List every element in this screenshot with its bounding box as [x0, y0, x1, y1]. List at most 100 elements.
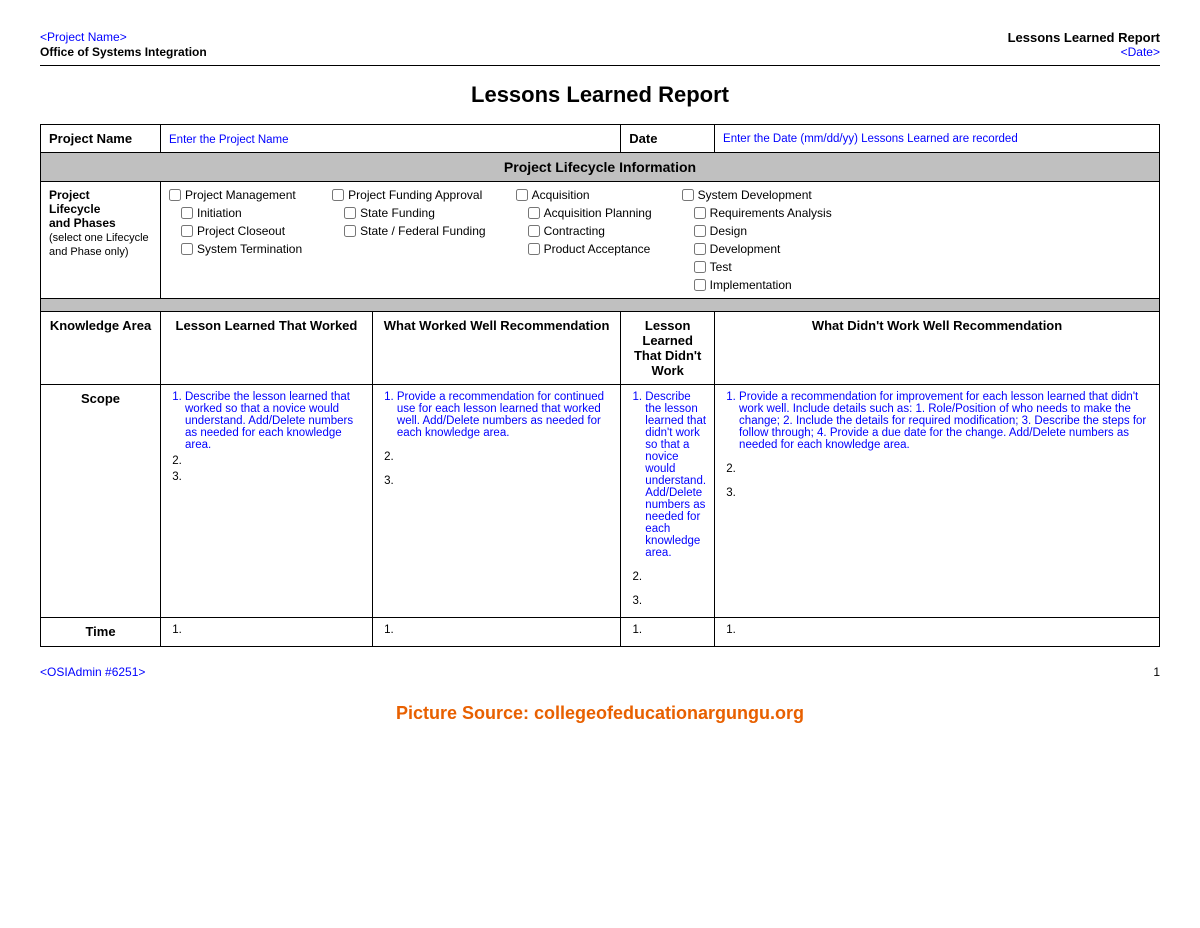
scope-col4-item1[interactable]: Provide a recommendation for improvement…: [739, 391, 1151, 451]
col-header-3: Lesson Learned That Didn't Work: [621, 312, 715, 385]
column-headers-row: Knowledge Area Lesson Learned That Worke…: [41, 312, 1160, 385]
lifecycle-col-3: Acquisition Acquisition Planning Contrac…: [516, 188, 652, 292]
lifecycle-section-header: Project Lifecycle Information: [41, 153, 1160, 182]
checkbox-acquisition-planning-input[interactable]: [528, 207, 540, 219]
scope-col1-item2[interactable]: [185, 455, 364, 467]
checkbox-system-termination[interactable]: System Termination: [169, 242, 302, 256]
main-title: Lessons Learned Report: [40, 82, 1160, 108]
checkbox-system-termination-input[interactable]: [181, 243, 193, 255]
checkbox-design-input[interactable]: [694, 225, 706, 237]
date-placeholder: Enter the Date (mm/dd/yy) Lessons Learne…: [723, 133, 1018, 145]
scope-col2[interactable]: Provide a recommendation for continued u…: [372, 385, 620, 618]
lifecycle-row: Project Lifecycle and Phases (select one…: [41, 182, 1160, 299]
checkbox-system-development[interactable]: System Development: [682, 188, 832, 202]
project-name-label: Project Name: [41, 125, 161, 153]
table-row-time: Time: [41, 618, 1160, 647]
scope-area-label: Scope: [41, 385, 161, 618]
admin-link[interactable]: <OSIAdmin #6251>: [40, 665, 145, 679]
checkbox-acquisition-input[interactable]: [516, 189, 528, 201]
spacer-row: [41, 299, 1160, 312]
checkbox-funding-approval-input[interactable]: [332, 189, 344, 201]
time-col3[interactable]: [621, 618, 715, 647]
time-col1[interactable]: [161, 618, 373, 647]
time-col4-item1[interactable]: [739, 624, 1151, 636]
checkbox-test-input[interactable]: [694, 261, 706, 273]
checkbox-contracting[interactable]: Contracting: [516, 224, 652, 238]
checkbox-implementation-input[interactable]: [694, 279, 706, 291]
header-right: Lessons Learned Report <Date>: [1008, 30, 1160, 59]
date-value[interactable]: Enter the Date (mm/dd/yy) Lessons Learne…: [715, 125, 1160, 153]
col-header-4: What Didn't Work Well Recommendation: [715, 312, 1160, 385]
checkbox-design[interactable]: Design: [682, 224, 832, 238]
checkbox-system-development-input[interactable]: [682, 189, 694, 201]
date-label: Date: [621, 125, 715, 153]
header-report-title: Lessons Learned Report: [1008, 30, 1160, 45]
scope-col4-item2[interactable]: [739, 463, 1151, 475]
checkbox-state-funding[interactable]: State Funding: [332, 206, 485, 220]
checkbox-product-acceptance[interactable]: Product Acceptance: [516, 242, 652, 256]
checkbox-initiation-input[interactable]: [181, 207, 193, 219]
checkbox-contracting-input[interactable]: [528, 225, 540, 237]
scope-col3[interactable]: Describe the lesson learned that didn't …: [621, 385, 715, 618]
checkbox-state-federal[interactable]: State / Federal Funding: [332, 224, 485, 238]
checkbox-state-funding-input[interactable]: [344, 207, 356, 219]
scope-col3-item2[interactable]: [645, 571, 706, 583]
lifecycle-options: Project Management Initiation Project Cl…: [161, 182, 1160, 299]
checkbox-state-federal-input[interactable]: [344, 225, 356, 237]
checkbox-acquisition[interactable]: Acquisition: [516, 188, 652, 202]
checkbox-project-closeout-input[interactable]: [181, 225, 193, 237]
scope-col2-item3[interactable]: [397, 475, 612, 487]
lifecycle-header-row: Project Lifecycle Information: [41, 153, 1160, 182]
checkbox-implementation[interactable]: Implementation: [682, 278, 832, 292]
scope-col3-item3[interactable]: [645, 595, 706, 607]
checkbox-acquisition-planning[interactable]: Acquisition Planning: [516, 206, 652, 220]
picture-source: Picture Source: collegeofeducationargung…: [40, 703, 1160, 724]
scope-col2-item2[interactable]: [397, 451, 612, 463]
scope-col1-item3[interactable]: [185, 471, 364, 483]
checkbox-test[interactable]: Test: [682, 260, 832, 274]
time-col2-item1[interactable]: [397, 624, 612, 636]
scope-col3-item1[interactable]: Describe the lesson learned that didn't …: [645, 391, 706, 559]
checkbox-development-input[interactable]: [694, 243, 706, 255]
header-left: <Project Name> Office of Systems Integra…: [40, 30, 207, 59]
time-col3-item1[interactable]: [645, 624, 706, 636]
scope-col3-item1-text: Describe the lesson learned that didn't …: [645, 391, 706, 559]
time-col2[interactable]: [372, 618, 620, 647]
scope-col1[interactable]: Describe the lesson learned that worked …: [161, 385, 373, 618]
checkbox-development[interactable]: Development: [682, 242, 832, 256]
checkbox-project-closeout[interactable]: Project Closeout: [169, 224, 302, 238]
lifecycle-col-1: Project Management Initiation Project Cl…: [169, 188, 302, 292]
project-name-value[interactable]: Enter the Project Name: [161, 125, 621, 153]
scope-col1-item1[interactable]: Describe the lesson learned that worked …: [185, 391, 364, 451]
project-name-row: Project Name Enter the Project Name Date…: [41, 125, 1160, 153]
lifecycle-label: Project Lifecycle and Phases (select one…: [41, 182, 161, 299]
checkbox-product-acceptance-input[interactable]: [528, 243, 540, 255]
checkbox-funding-approval[interactable]: Project Funding Approval: [332, 188, 485, 202]
lifecycle-col-4: System Development Requirements Analysis…: [682, 188, 832, 292]
main-table: Project Name Enter the Project Name Date…: [40, 124, 1160, 647]
scope-col4-item3[interactable]: [739, 487, 1151, 499]
checkbox-project-management[interactable]: Project Management: [169, 188, 302, 202]
checkbox-project-management-input[interactable]: [169, 189, 181, 201]
header-org-name: Office of Systems Integration: [40, 45, 207, 59]
scope-col2-item1[interactable]: Provide a recommendation for continued u…: [397, 391, 612, 439]
time-area-label: Time: [41, 618, 161, 647]
scope-col4[interactable]: Provide a recommendation for improvement…: [715, 385, 1160, 618]
header-project-name[interactable]: <Project Name>: [40, 30, 207, 44]
scope-col2-item1-text: Provide a recommendation for continued u…: [397, 391, 604, 439]
checkbox-requirements-analysis-input[interactable]: [694, 207, 706, 219]
doc-footer: <OSIAdmin #6251> 1: [40, 661, 1160, 679]
checkbox-requirements-analysis[interactable]: Requirements Analysis: [682, 206, 832, 220]
scope-col4-item1-text: Provide a recommendation for improvement…: [739, 391, 1146, 451]
scope-col1-item1-text: Describe the lesson learned that worked …: [185, 391, 353, 451]
time-col1-item1[interactable]: [185, 624, 364, 636]
page-number: 1: [1153, 665, 1160, 679]
col-header-1: Lesson Learned That Worked: [161, 312, 373, 385]
time-col4[interactable]: [715, 618, 1160, 647]
checkbox-initiation[interactable]: Initiation: [169, 206, 302, 220]
col-header-2: What Worked Well Recommendation: [372, 312, 620, 385]
table-row-scope: Scope Describe the lesson learned that w…: [41, 385, 1160, 618]
doc-header: <Project Name> Office of Systems Integra…: [40, 30, 1160, 66]
lifecycle-col-2: Project Funding Approval State Funding S…: [332, 188, 485, 292]
header-date[interactable]: <Date>: [1008, 45, 1160, 59]
